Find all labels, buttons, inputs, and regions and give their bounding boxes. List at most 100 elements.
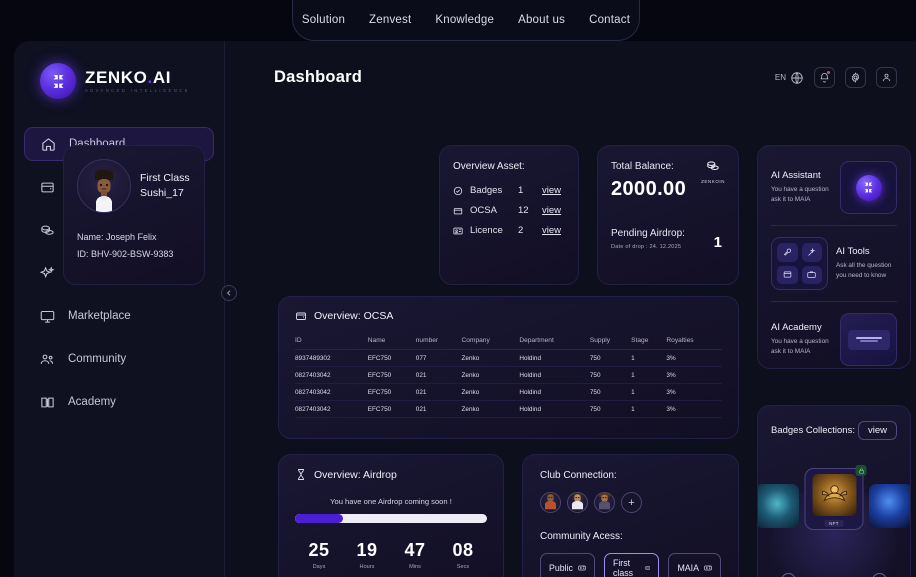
notification-dot bbox=[827, 71, 830, 74]
badges-view-button[interactable]: view bbox=[857, 421, 897, 440]
avatar[interactable] bbox=[540, 492, 561, 513]
video-thumbnail-icon bbox=[840, 313, 897, 366]
access-chip-label: Public bbox=[549, 563, 573, 573]
zenko-orb-icon bbox=[40, 63, 76, 99]
cell-id: 0827403042 bbox=[295, 366, 368, 384]
community-access-chips: Public First class MAIA bbox=[540, 553, 721, 577]
club-connection-title: Club Connection: bbox=[540, 470, 617, 481]
sparkle-icon bbox=[40, 265, 55, 278]
airdrop-drop-date: Date of drop : 24. 12.2025 bbox=[611, 244, 682, 250]
table-row[interactable]: 0827403042 EFC750 021 Zenko Holdind 750 … bbox=[295, 383, 722, 401]
column-header-company: Company bbox=[461, 337, 520, 350]
briefcase-icon bbox=[801, 265, 822, 284]
badge-featured[interactable]: NFT bbox=[804, 465, 867, 530]
badge-thumbnail-next[interactable] bbox=[869, 484, 910, 528]
cell-department: Holdind bbox=[519, 349, 590, 367]
ai-tools-block[interactable]: AI Tools Ask all the question you need t… bbox=[771, 237, 897, 290]
column-header-department: Department bbox=[519, 337, 590, 350]
access-chip-maia[interactable]: MAIA bbox=[668, 553, 721, 577]
dashboard-grid bbox=[225, 88, 916, 102]
badge-thumbnail-prev[interactable] bbox=[758, 484, 799, 528]
community-access-title: Community Acess: bbox=[540, 531, 623, 542]
profile-id: ID: BHV-902-BSW-9383 bbox=[77, 248, 174, 259]
brand-subtitle: ADVANCED INTELLIGENCE bbox=[85, 87, 190, 93]
avatar[interactable] bbox=[594, 492, 615, 513]
ai-assistant-block[interactable]: AI Assistant You have a question ask it … bbox=[771, 161, 897, 214]
table-row[interactable]: 0827403042 EFC750 021 Zenko Holdind 750 … bbox=[295, 366, 722, 384]
badges-carousel: NFT bbox=[758, 462, 910, 577]
ai-tools-text: AI Tools Ask all the question you need t… bbox=[836, 246, 897, 281]
cell-stage: 1 bbox=[631, 383, 667, 401]
countdown-value: 25 bbox=[308, 540, 330, 560]
cell-name: EFC750 bbox=[367, 400, 416, 418]
cell-name: EFC750 bbox=[367, 366, 416, 384]
overview-ocsa-title: Overview: OCSA bbox=[314, 310, 394, 322]
monitor-icon bbox=[40, 310, 55, 323]
asset-count: 2 bbox=[518, 225, 524, 236]
home-icon bbox=[42, 137, 55, 151]
sidebar-item-label: Community bbox=[68, 353, 127, 365]
wallet-icon bbox=[41, 182, 54, 192]
coins-icon bbox=[707, 161, 719, 171]
cell-royalties: 3% bbox=[666, 349, 722, 367]
cell-number: 077 bbox=[415, 349, 462, 367]
settings-button[interactable] bbox=[845, 67, 866, 88]
topnav-link-about-us[interactable]: About us bbox=[518, 14, 565, 26]
asset-view-link[interactable]: view bbox=[542, 205, 561, 216]
ai-assistant-thumbnail bbox=[840, 161, 897, 214]
table-row[interactable]: 0827403042 EFC750 021 Zenko Holdind 750 … bbox=[295, 400, 722, 418]
user-profile-button[interactable] bbox=[876, 67, 897, 88]
sidebar-collapse-button[interactable] bbox=[221, 285, 237, 301]
countdown-label: Hours bbox=[359, 564, 375, 570]
ai-tools-desc: Ask all the question you need to know bbox=[836, 262, 892, 279]
cell-number: 021 bbox=[415, 383, 462, 401]
ai-assistant-title: AI Assistant bbox=[771, 170, 821, 182]
cell-royalties: 3% bbox=[666, 383, 722, 401]
table-row[interactable]: 8937489302 EFC750 077 Zenko Holdind 750 … bbox=[295, 349, 722, 367]
topnav-link-solution[interactable]: Solution bbox=[302, 14, 345, 26]
asset-row-licence: Licence 2 view bbox=[453, 225, 565, 236]
badges-title: Badges Collections: bbox=[771, 425, 855, 436]
topnav-link-contact[interactable]: Contact bbox=[589, 14, 630, 26]
cell-department: Holdind bbox=[519, 400, 590, 418]
access-chip-public[interactable]: Public bbox=[540, 553, 595, 577]
cell-id: 0827403042 bbox=[295, 383, 368, 401]
profile-tier: First Class bbox=[140, 171, 190, 184]
topnav-link-zenvest[interactable]: Zenvest bbox=[369, 14, 411, 26]
brand-title-main: ZENKO bbox=[85, 67, 148, 87]
divider bbox=[771, 301, 897, 302]
overview-asset-card: Overview Asset: Badges 1 view OCSA 12 vi… bbox=[439, 145, 579, 285]
access-chip-label: MAIA bbox=[677, 563, 699, 573]
access-chip-first-class[interactable]: First class bbox=[603, 553, 660, 577]
ai-tools-thumbnail bbox=[771, 237, 828, 290]
ai-academy-block[interactable]: AI Academy You have a question ask it to… bbox=[771, 313, 897, 366]
ai-academy-desc: You have a question ask it to MAIA bbox=[771, 338, 829, 355]
book-icon bbox=[41, 397, 54, 407]
topnav-link-knowledge[interactable]: Knowledge bbox=[435, 14, 494, 26]
page-header: Dashboard EN bbox=[225, 41, 916, 88]
profile-identity: First Class Sushi_17 bbox=[140, 171, 190, 201]
avatar[interactable] bbox=[567, 492, 588, 513]
window-icon bbox=[777, 265, 798, 284]
asset-view-link[interactable]: view bbox=[542, 225, 561, 236]
asset-view-link[interactable]: view bbox=[542, 185, 561, 196]
sidebar-item-community[interactable]: Community bbox=[24, 342, 214, 376]
cell-company: Zenko bbox=[461, 383, 520, 401]
cell-name: EFC750 bbox=[367, 349, 416, 367]
cell-royalties: 3% bbox=[666, 400, 722, 418]
ai-panel-card: AI Assistant You have a question ask it … bbox=[757, 145, 911, 369]
wallet-icon bbox=[296, 312, 306, 320]
add-member-button[interactable]: + bbox=[621, 492, 642, 513]
ai-academy-text: AI Academy You have a question ask it to… bbox=[771, 322, 832, 357]
brand-logo[interactable]: ZENKO.AI ADVANCED INTELLIGENCE bbox=[14, 41, 224, 99]
language-selector[interactable]: EN bbox=[775, 71, 804, 85]
sidebar-item-academy[interactable]: Academy bbox=[24, 385, 214, 419]
people-icon bbox=[40, 354, 54, 364]
notifications-button[interactable] bbox=[814, 67, 835, 88]
countdown-value: 47 bbox=[404, 540, 426, 560]
page-title: Dashboard bbox=[274, 68, 362, 86]
overview-airdrop-card: Overview: Airdrop You have one Airdrop c… bbox=[278, 454, 504, 577]
sidebar-item-marketplace[interactable]: Marketplace bbox=[24, 299, 214, 333]
column-header-royalties: Royalties bbox=[666, 337, 722, 350]
badge-caption: NFT bbox=[824, 520, 844, 527]
